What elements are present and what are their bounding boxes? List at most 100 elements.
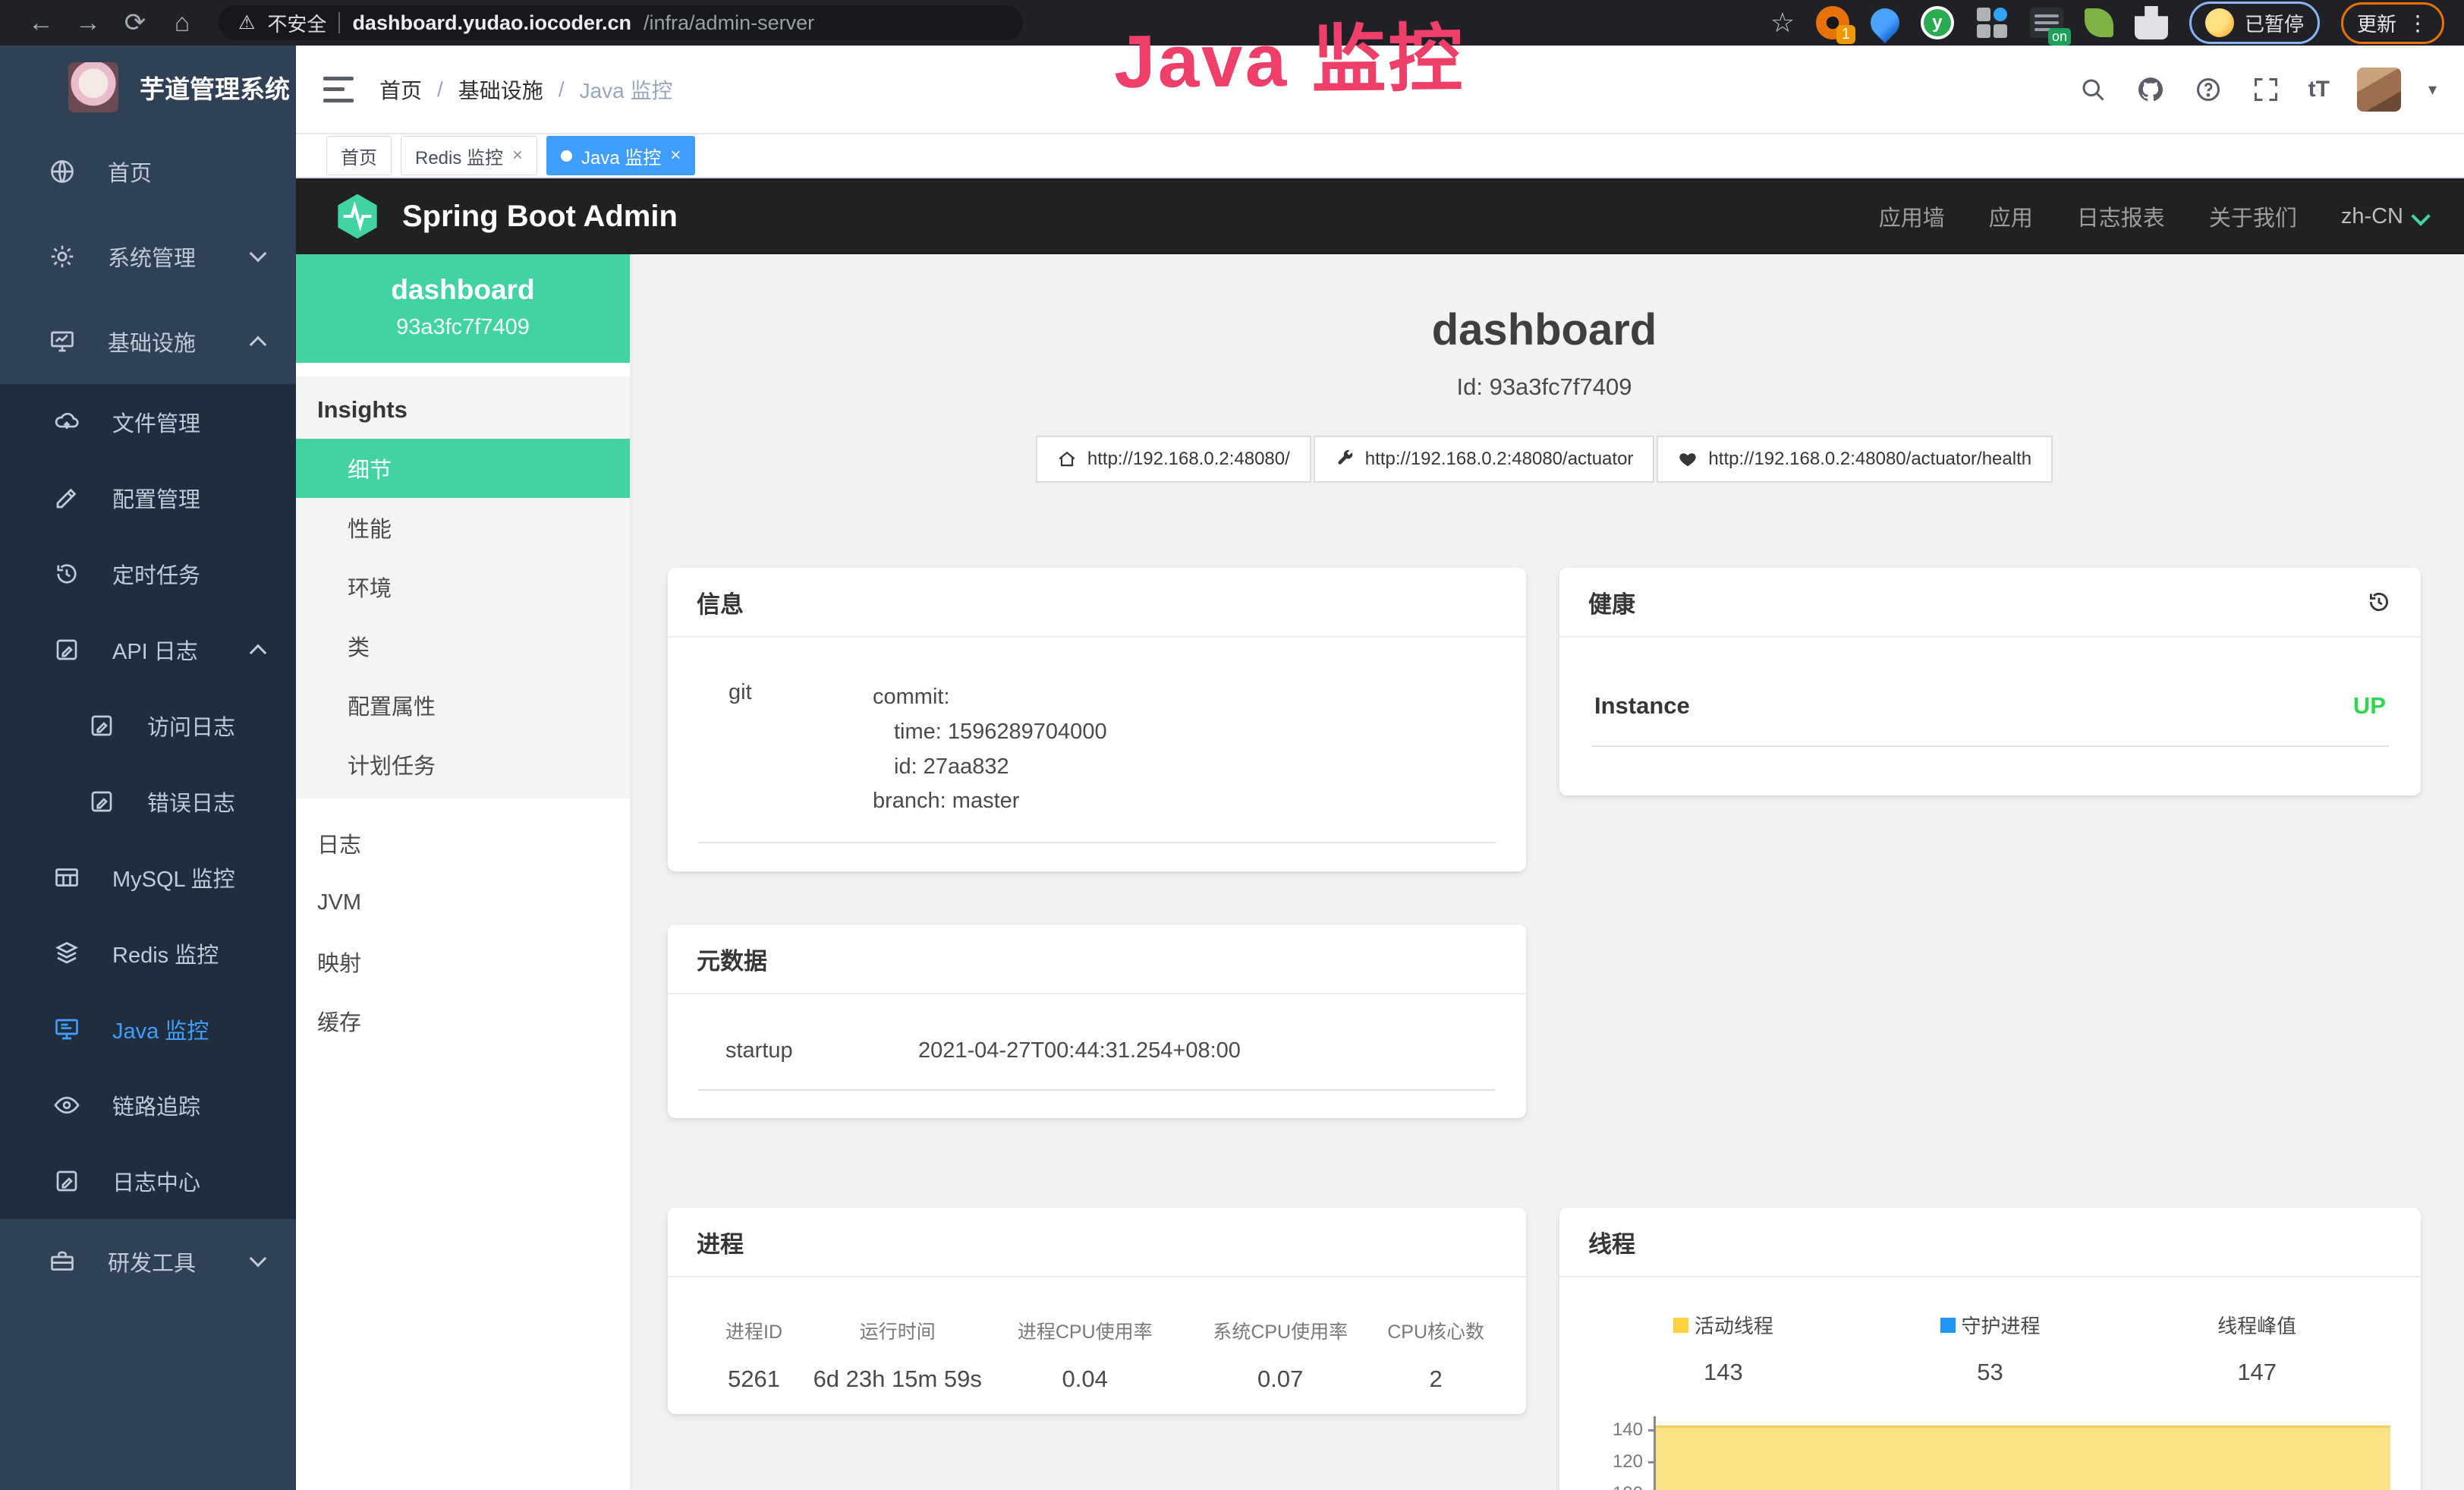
history-icon[interactable] [2366,589,2392,615]
sidebar-item-mysql-monitor[interactable]: MySQL 监控 [0,840,296,915]
emoji-face-icon [2205,8,2234,37]
user-avatar[interactable] [2357,68,2401,112]
sba-item-label: 类 [348,630,370,662]
sba-item-environment[interactable]: 环境 [296,557,630,616]
sba-nav-about[interactable]: 关于我们 [2209,200,2297,232]
sba-brand[interactable]: Spring Boot Admin [332,191,678,241]
sidebar-item-system[interactable]: 系统管理 [0,214,296,299]
back-icon[interactable]: ← [20,8,62,38]
app-window: 芋道管理系统 首页 系统管理 基础设施 文件管理 [0,46,2464,1490]
insights-header: Insights [296,376,630,439]
locale-selector[interactable]: zh-CN [2341,204,2428,229]
sidebar-item-label: 日志中心 [112,1165,200,1197]
paused-extension-pill[interactable]: 已暂停 [2189,2,2320,44]
sidebar-item-config-management[interactable]: 配置管理 [0,460,296,536]
instance-header[interactable]: dashboard 93a3fc7f7409 [296,254,630,363]
breadcrumb-home[interactable]: 首页 [379,74,422,105]
active-tab-dot [561,150,572,162]
sba-item-classes[interactable]: 类 [296,616,630,676]
chevron-down-icon [250,1250,267,1268]
live-threads-swatch [1673,1318,1688,1333]
sba-item-label: JVM [317,890,361,915]
legend-live-threads: 活动线程 143 [1590,1311,1857,1386]
user-menu-caret-icon[interactable]: ▾ [2428,80,2437,99]
tab-label: 首页 [341,143,377,169]
health-url-button[interactable]: http://192.168.0.2:48080/actuator/health [1657,436,2053,483]
mysql-table-icon [53,864,80,891]
tab-redis-monitor[interactable]: Redis 监控 × [401,136,537,175]
sba-item-logs[interactable]: 日志 [296,814,630,873]
not-secure-label: 不安全 [267,9,326,37]
forward-icon[interactable]: → [67,8,109,38]
sba-item-config-props[interactable]: 配置属性 [296,676,630,735]
sba-nav-wallboard[interactable]: 应用墙 [1879,200,1945,232]
search-icon[interactable] [2078,74,2108,105]
sidebar-item-api-logs[interactable]: API 日志 [0,612,296,688]
sidebar-item-log-center[interactable]: 日志中心 [0,1143,296,1219]
sidebar-item-java-monitor[interactable]: Java 监控 [0,991,296,1067]
app-logo-row[interactable]: 芋道管理系统 [0,46,296,129]
browser-menu-icon[interactable]: ⋮ [2407,11,2428,36]
list-extension-icon[interactable]: on [2030,8,2063,38]
sba-item-jvm[interactable]: JVM [296,873,630,932]
threads-card: 线程 活动线程 143 守护进程 [1559,1208,2421,1490]
close-icon[interactable]: × [670,145,681,166]
sidebar-collapse-icon[interactable] [323,77,354,102]
tab-java-monitor[interactable]: Java 监控 × [546,136,695,175]
history-icon [53,560,80,587]
close-icon[interactable]: × [512,145,523,166]
process-header-row: 进程ID 运行时间 进程CPU使用率 系统CPU使用率 CPU核心数 [698,1300,1496,1344]
bookmark-star-icon[interactable]: ☆ [1770,7,1795,39]
tab-home[interactable]: 首页 [326,136,392,175]
reload-icon[interactable]: ⟳ [114,8,156,38]
sba-item-caches[interactable]: 缓存 [296,991,630,1051]
on-badge: on [2048,28,2071,46]
threads-chart: 140 120 100 [1590,1416,2390,1490]
sidebar-item-error-logs[interactable]: 错误日志 [0,764,296,840]
sidebar-item-devtools[interactable]: 研发工具 [0,1219,296,1304]
annotation-text: Java 监控 [1113,0,1465,109]
extension-orange-icon[interactable]: 1 [1816,6,1849,39]
grid-extension-icon[interactable] [1975,6,2009,39]
extensions-puzzle-icon[interactable] [2135,6,2168,39]
sidebar-item-scheduled-jobs[interactable]: 定时任务 [0,536,296,612]
sba-nav-applications[interactable]: 应用 [1989,200,2033,232]
toolbox-icon [49,1248,76,1275]
service-url-button[interactable]: http://192.168.0.2:48080/ [1036,436,1311,483]
leaf-extension-icon[interactable] [2085,8,2113,37]
browser-actions: ☆ 1 y on 已暂停 更新 ⋮ [1770,2,2444,44]
github-icon[interactable] [2135,74,2166,105]
breadcrumb-infrastructure[interactable]: 基础设施 [458,74,543,105]
sidebar-item-label: 文件管理 [112,406,200,438]
cloud-upload-icon [53,408,80,436]
process-card-title: 进程 [668,1208,1526,1277]
sidebar-item-access-logs[interactable]: 访问日志 [0,688,296,764]
address-bar[interactable]: ⚠ 不安全 dashboard.yudao.iocoder.cn/infra/a… [219,5,1023,40]
sidebar-item-home[interactable]: 首页 [0,129,296,214]
sba-nav-journal[interactable]: 日志报表 [2077,200,2165,232]
sidebar-item-label: Java 监控 [112,1013,209,1045]
sba-item-label: 映射 [317,946,361,978]
git-time-line: time: 1596289704000 [873,715,1107,750]
sidebar-item-tracing[interactable]: 链路追踪 [0,1067,296,1143]
home-icon[interactable]: ⌂ [161,8,203,38]
sba-item-details[interactable]: 细节 [296,439,630,498]
pin-extension-icon[interactable] [1865,2,1905,43]
font-size-icon[interactable]: tT [2308,77,2330,102]
actuator-url-button[interactable]: http://192.168.0.2:48080/actuator [1314,436,1655,483]
y-extension-icon[interactable]: y [1921,6,1954,39]
y-tick-label: 140 [1613,1419,1643,1441]
sidebar-item-label: 错误日志 [147,786,235,817]
sba-item-metrics[interactable]: 性能 [296,498,630,557]
sba-item-mappings[interactable]: 映射 [296,932,630,991]
legend-peak-threads: 线程峰值 147 [2123,1311,2390,1386]
chrome-update-button[interactable]: 更新 ⋮ [2341,2,2444,44]
sba-item-scheduled-tasks[interactable]: 计划任务 [296,735,630,794]
fullscreen-icon[interactable] [2251,74,2281,105]
sidebar-item-infrastructure[interactable]: 基础设施 [0,299,296,384]
sidebar-item-file-management[interactable]: 文件管理 [0,384,296,460]
help-icon[interactable] [2193,74,2223,105]
git-commit-line: commit: [873,680,1107,715]
not-secure-warning-icon: ⚠ [238,11,255,34]
sidebar-item-redis-monitor[interactable]: Redis 监控 [0,915,296,991]
